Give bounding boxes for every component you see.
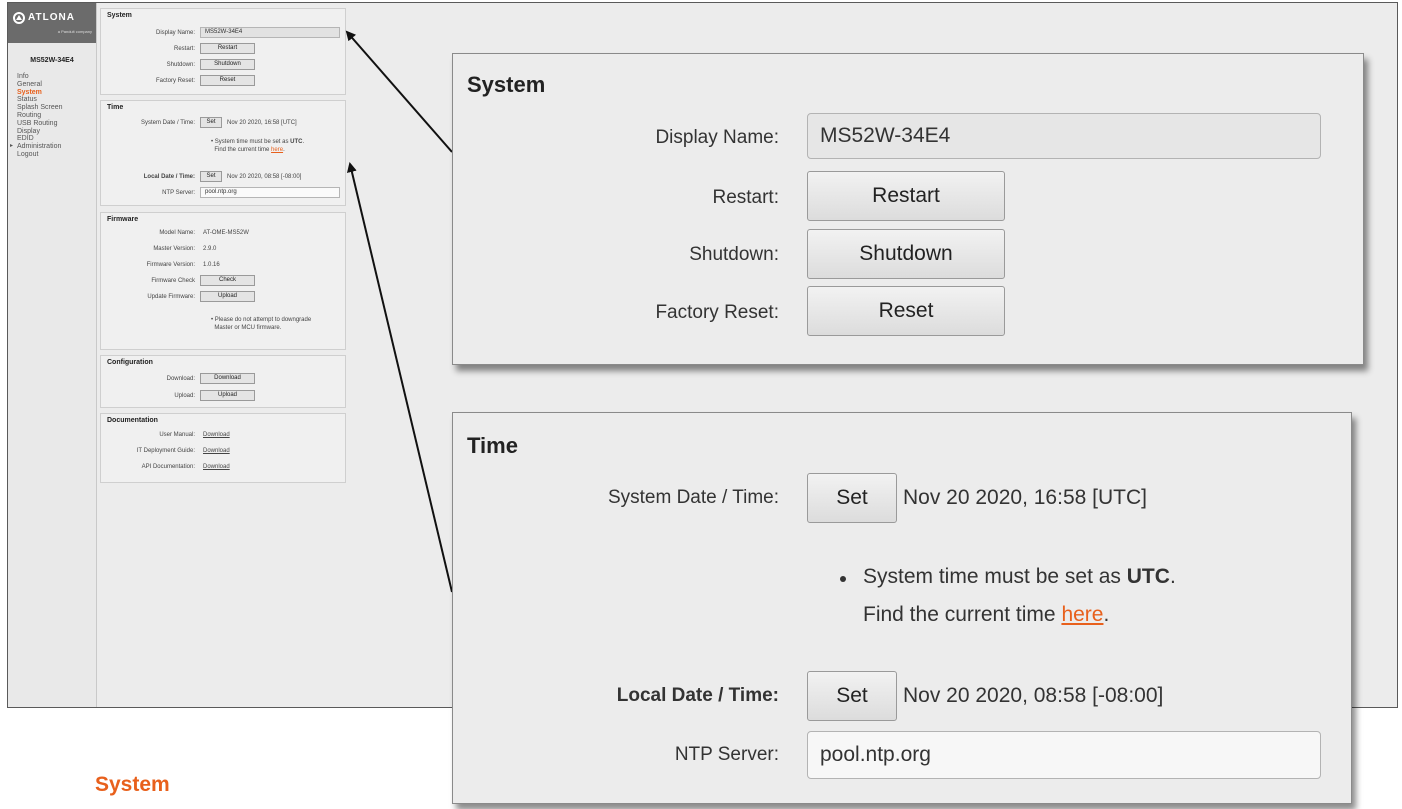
section-heading: System xyxy=(95,773,170,796)
zoom-system-dt-value: Nov 20 2020, 16:58 [UTC] xyxy=(903,486,1147,509)
zoom-shutdown-button[interactable]: Shutdown xyxy=(807,229,1005,279)
zoom-restart-button[interactable]: Restart xyxy=(807,171,1005,221)
zoom-system-dt-set-button[interactable]: Set xyxy=(807,473,897,523)
zoom-restart-label: Restart: xyxy=(712,187,779,208)
zoom-local-dt-set-button[interactable]: Set xyxy=(807,671,897,721)
zoom-ntp-label: NTP Server: xyxy=(674,744,779,765)
zoom-system-dt-label: System Date / Time: xyxy=(607,487,779,508)
zoom-system-title: System xyxy=(467,72,546,97)
zoom-reset-button[interactable]: Reset xyxy=(807,286,1005,336)
zoom-display-name-input[interactable]: MS52W-34E4 xyxy=(807,113,1321,159)
time-zoom-callout: Time System Date / Time: Set Nov 20 2020… xyxy=(452,412,1352,804)
note-bold: UTC xyxy=(1126,565,1170,588)
zoom-ntp-input[interactable]: pool.ntp.org xyxy=(807,731,1321,779)
note-text: System time must be set as xyxy=(863,565,1121,588)
zoom-display-name-label: Display Name: xyxy=(655,127,779,148)
zoom-time-title: Time xyxy=(467,433,518,458)
zoom-factory-reset-label: Factory Reset: xyxy=(655,302,779,323)
zoom-shutdown-label: Shutdown: xyxy=(689,244,779,265)
zoom-local-dt-value: Nov 20 2020, 08:58 [-08:00] xyxy=(903,684,1164,707)
zoom-utc-note: System time must be set as UTC. Find the… xyxy=(863,565,1176,626)
note-bullet-icon xyxy=(840,576,846,582)
note-text: Find the current time xyxy=(863,603,1056,626)
zoom-local-dt-label: Local Date / Time: xyxy=(616,685,779,706)
time-callout-arrow xyxy=(346,162,453,593)
zoom-here-link[interactable]: here xyxy=(1061,603,1103,626)
manual-page: ATLONA a Panduit company MS52W-34E4 Info… xyxy=(0,0,1402,809)
system-callout-arrow xyxy=(345,30,453,153)
system-zoom-callout: System Display Name: MS52W-34E4 Restart:… xyxy=(452,53,1364,365)
